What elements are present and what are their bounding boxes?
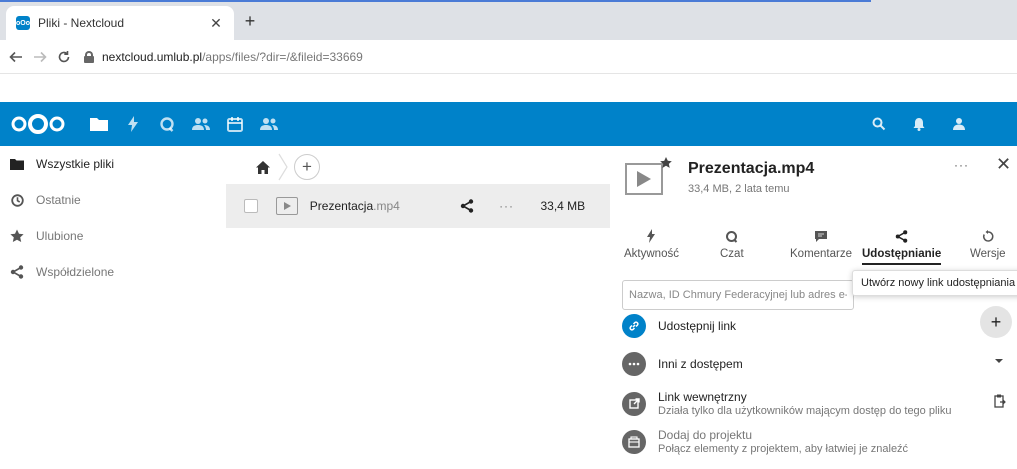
external-link-icon [622,391,646,416]
file-checkbox[interactable] [244,199,258,213]
chevron-down-icon[interactable] [995,358,1003,364]
project-icon [622,429,646,454]
tab-title: Pliki - Nextcloud [38,16,125,30]
browser-tab[interactable]: oOo Pliki - Nextcloud ✕ [6,6,234,40]
address-bar: nextcloud.umlub.pl/apps/files/?dir=/&fil… [0,40,1017,74]
tab-label: Udostępnianie [862,248,942,260]
tab-label: Wersje [970,248,1006,260]
share-link-label: Udostępnij link [658,319,737,333]
add-share-link-button[interactable]: + [980,306,1012,338]
reload-icon[interactable] [52,45,76,69]
back-arrow-icon[interactable] [4,45,28,69]
video-file-icon [275,197,298,215]
star-icon [10,229,24,243]
breadcrumb-separator-icon [278,153,288,181]
sidebar-more-icon[interactable]: ··· [954,158,969,172]
tab-activity[interactable]: Aktywność [624,228,679,260]
contacts-menu-icon[interactable] [939,102,979,146]
nav-item-favorites[interactable]: Ulubione [0,218,226,254]
search-icon[interactable] [859,102,899,146]
share-link-row[interactable]: Udostępnij link [622,314,736,338]
details-sidebar: Prezentacja.mp4 33,4 MB, 2 lata temu ···… [610,146,1017,469]
nextcloud-logo-icon[interactable] [10,112,66,136]
file-name[interactable]: Prezentacja.mp4 [310,199,449,213]
share-search-input[interactable] [622,280,854,310]
notifications-icon[interactable] [899,102,939,146]
url-host: nextcloud.umlub.pl [102,49,203,64]
more-icon [622,352,646,376]
browser-tab-bar: oOo Pliki - Nextcloud ✕ + [0,0,1017,40]
nav-item-label: Wszystkie pliki [36,157,115,171]
sidebar-tabs: Aktywność Czat Komentarze Udostępnianie … [610,228,1017,270]
nav-item-label: Współdzielone [36,265,115,279]
more-actions-icon[interactable]: ··· [495,199,519,213]
files-list: + Prezentacja.mp4 ··· 33,4 MB [226,146,610,469]
nextcloud-header [0,102,1017,146]
nav-item-shared[interactable]: Współdzielone [0,254,226,290]
add-to-project-description: Połącz elementy z projektem, aby łatwiej… [658,443,909,455]
comment-icon [813,228,829,244]
activity-icon [643,228,659,244]
url-path: /apps/files/?dir=/&fileid=33669 [202,49,363,64]
new-file-button[interactable]: + [294,154,320,180]
tab-close-icon[interactable]: ✕ [208,15,224,32]
table-row[interactable]: Prezentacja.mp4 ··· 33,4 MB [226,184,610,228]
tab-sharing[interactable]: Udostępnianie [862,228,942,265]
add-to-project-row[interactable]: Dodaj do projektu Połącz elementy z proj… [622,428,908,455]
file-extension: .mp4 [373,199,400,213]
others-with-access-label: Inni z dostępem [658,357,743,371]
lock-icon [84,50,94,63]
sidebar-file-title: Prezentacja.mp4 [688,160,815,177]
circles-icon[interactable] [252,102,286,146]
history-icon [980,228,996,244]
tab-label: Czat [720,248,744,260]
internal-link-description: Działa tylko dla użytkowników mającym do… [658,405,952,417]
activity-icon[interactable] [116,102,150,146]
sidebar-file-subtitle: 33,4 MB, 2 lata temu [688,183,790,195]
share-icon [10,265,24,279]
file-basename: Prezentacja [309,199,374,213]
nextcloud-favicon-icon: oOo [16,16,30,30]
header-right-icons [859,102,1017,146]
add-to-project-title: Dodaj do projektu [658,428,753,442]
contacts-icon[interactable] [184,102,218,146]
internal-link-title: Link wewnętrzny [658,390,747,404]
tab-accent-line [0,0,871,2]
calendar-icon[interactable] [218,102,252,146]
tab-label: Komentarze [790,248,853,260]
tooltip-new-share-link: Utwórz nowy link udostępniania [852,270,1017,296]
file-size: 33,4 MB [540,199,586,213]
tab-comments[interactable]: Komentarze [790,228,852,260]
app-navigation: Wszystkie pliki Ostatnie Ulubione Współd… [0,146,226,469]
folder-icon [10,157,24,171]
home-icon[interactable] [254,158,272,176]
tab-talk[interactable]: Czat [720,228,744,260]
files-icon[interactable] [82,102,116,146]
nav-item-all-files[interactable]: Wszystkie pliki [0,146,226,182]
tab-versions[interactable]: Wersje [970,228,1006,260]
others-with-access-row[interactable]: Inni z dostępem [622,352,743,376]
nav-item-recent[interactable]: Ostatnie [0,182,226,218]
clock-icon [10,193,24,207]
close-icon[interactable]: ✕ [996,154,1011,175]
tab-label: Aktywność [624,248,679,260]
url-field[interactable]: nextcloud.umlub.pl/apps/files/?dir=/&fil… [84,50,363,64]
talk-icon [724,228,740,244]
share-icon[interactable] [457,199,477,213]
talk-icon[interactable] [150,102,184,146]
nav-item-label: Ulubione [36,229,84,243]
nav-item-label: Ostatnie [36,193,81,207]
new-tab-button[interactable]: + [240,12,260,32]
video-thumbnail-icon [625,157,672,195]
link-icon [622,314,646,338]
breadcrumb: + [254,152,320,182]
share-icon [894,228,910,244]
internal-link-row[interactable]: Link wewnętrzny Działa tylko dla użytkow… [622,390,951,417]
clipboard-icon[interactable] [994,394,1006,408]
forward-arrow-icon[interactable] [28,45,52,69]
